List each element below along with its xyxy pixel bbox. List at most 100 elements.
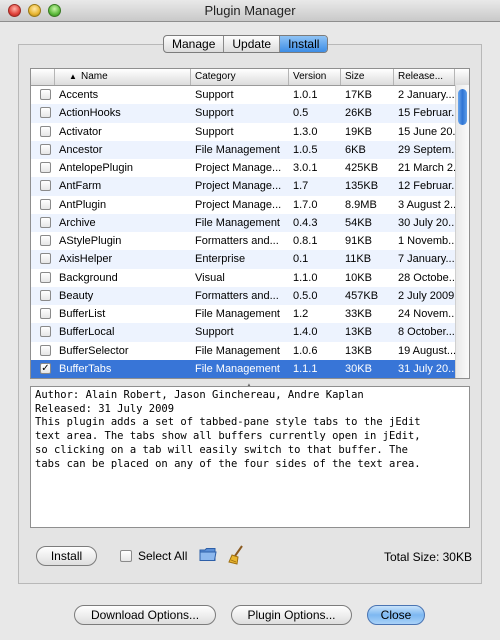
install-checkbox[interactable] bbox=[40, 308, 51, 319]
plugin-category: File Management bbox=[195, 362, 280, 375]
install-checkbox[interactable]: ✓ bbox=[40, 362, 51, 374]
install-checkbox[interactable] bbox=[40, 89, 51, 100]
install-checkbox[interactable] bbox=[40, 216, 51, 228]
table-row[interactable]: Ancestor File Management 1.0.5 6KB 29 Septem… bbox=[31, 140, 456, 159]
column-header-install[interactable] bbox=[31, 69, 55, 85]
plugin-category: Support bbox=[195, 125, 234, 138]
row-checkbox-cell bbox=[31, 104, 55, 122]
window-title: Plugin Manager bbox=[204, 3, 296, 18]
install-checkbox[interactable] bbox=[40, 198, 51, 210]
plugin-size: 30KB bbox=[345, 362, 372, 375]
plugin-name: AxisHelper bbox=[59, 253, 113, 266]
plugin-version: 0.5.0 bbox=[293, 289, 318, 302]
install-checkbox[interactable] bbox=[40, 143, 51, 155]
description-line: so clicking on a tab will easily switch … bbox=[35, 443, 408, 456]
table-row[interactable]: BufferLocal Support 1.4.0 13KB 8 October... bbox=[31, 323, 456, 342]
table-row[interactable]: Archive File Management 0.4.3 54KB 30 July 2… bbox=[31, 213, 456, 232]
plugin-size: 91KB bbox=[345, 235, 372, 247]
table-row[interactable]: Accents Support 1.0.1 17KB 2 January... bbox=[31, 86, 456, 104]
download-options-button[interactable]: Download Options... bbox=[74, 605, 216, 625]
row-checkbox-cell bbox=[31, 159, 55, 177]
plugin-release-date: 1 Novemb... bbox=[398, 235, 455, 247]
row-checkbox-cell bbox=[31, 86, 55, 104]
plugin-size: 11KB bbox=[345, 253, 372, 266]
install-checkbox[interactable] bbox=[40, 125, 51, 137]
table-row[interactable]: BzrPluginVersion Control0.238KB29 Septem… bbox=[31, 378, 456, 379]
plugin-category: Formatters and... bbox=[195, 235, 279, 247]
table-row[interactable]: BufferList File Management 1.2 33KB 24 Novem… bbox=[31, 305, 456, 323]
table-row[interactable]: Background Visual 1.1.0 10KB 28 Octobe... bbox=[31, 269, 456, 287]
row-checkbox-cell bbox=[31, 305, 55, 323]
vertical-scrollbar[interactable] bbox=[455, 85, 469, 378]
tab-manage[interactable]: Manage bbox=[164, 36, 225, 52]
tab-install[interactable]: Install bbox=[280, 36, 328, 52]
install-checkbox[interactable] bbox=[40, 271, 51, 283]
table-row[interactable]: Beauty Formatters and... 0.5.0 457KB 2 July … bbox=[31, 286, 456, 305]
table-row[interactable]: AStylePlugin Formatters and... 0.8.1 91KB 1 … bbox=[31, 232, 456, 250]
select-all-box[interactable] bbox=[120, 550, 132, 562]
table-row[interactable]: ActionHooks Support 0.5 26KB 15 Februar... bbox=[31, 104, 456, 123]
table-row[interactable]: ✓ BufferTabs File Management 1.1.1 30KB 31 Ju… bbox=[31, 359, 456, 378]
install-checkbox[interactable] bbox=[40, 235, 51, 246]
plugin-version: 1.1.1 bbox=[293, 362, 318, 375]
column-header-category[interactable]: Category bbox=[191, 69, 289, 85]
plugin-size: 6KB bbox=[345, 143, 366, 156]
scrollbar-thumb[interactable] bbox=[458, 89, 467, 125]
description-line: Author: Alain Robert, Jason Ginchereau, … bbox=[35, 389, 364, 401]
total-size: Total Size: 30KB bbox=[383, 550, 472, 564]
install-button[interactable]: Install bbox=[36, 546, 97, 566]
plugin-name: AStylePlugin bbox=[59, 235, 122, 247]
table-row[interactable]: AxisHelper Enterprise 0.1 11KB 7 January... bbox=[31, 250, 456, 269]
table-row[interactable]: AntelopePlugin Project Manage... 3.0.1 425K… bbox=[31, 159, 456, 177]
plugin-options-button[interactable]: Plugin Options... bbox=[231, 605, 352, 625]
row-checkbox-cell bbox=[31, 123, 55, 141]
broom-icon[interactable] bbox=[228, 545, 246, 565]
install-checkbox[interactable] bbox=[40, 107, 51, 119]
plugin-release-date: 21 March 2... bbox=[398, 162, 455, 174]
column-header-name[interactable]: ▲ Name bbox=[55, 69, 191, 85]
install-checkbox[interactable] bbox=[40, 326, 51, 338]
row-checkbox-cell bbox=[31, 269, 55, 287]
install-checkbox[interactable] bbox=[40, 289, 51, 301]
select-all-label: Select All bbox=[138, 549, 188, 563]
plugin-release-date: 15 Februar... bbox=[398, 107, 455, 120]
table-row[interactable]: Activator Support 1.3.0 19KB 15 June 20... bbox=[31, 123, 456, 141]
folder-icon[interactable] bbox=[199, 547, 217, 562]
plugin-category: File Management bbox=[195, 308, 280, 320]
row-checkbox-cell bbox=[31, 177, 55, 195]
install-checkbox[interactable] bbox=[40, 180, 51, 192]
plugin-size: 13KB bbox=[345, 344, 372, 357]
description-line: text area. The tabs show all buffers cur… bbox=[35, 430, 421, 443]
plugin-release-date: 29 Septem... bbox=[398, 143, 455, 156]
table-row[interactable]: AntPlugin Project Manage... 1.7.0 8.9MB 3 Au… bbox=[31, 196, 456, 214]
plugin-category: Formatters and... bbox=[195, 289, 279, 302]
plugin-name: Accents bbox=[59, 89, 99, 101]
row-checkbox-cell bbox=[31, 378, 55, 379]
plugin-category: Support bbox=[195, 326, 234, 339]
plugin-release-date: 19 August... bbox=[398, 344, 455, 357]
plugin-release-date: 7 January... bbox=[398, 253, 455, 266]
select-all-checkbox[interactable]: Select All bbox=[120, 549, 187, 563]
row-checkbox-cell bbox=[31, 214, 55, 232]
plugin-version: 3.0.1 bbox=[293, 162, 318, 174]
tab-update[interactable]: Update bbox=[224, 36, 281, 52]
plugin-version: 1.7 bbox=[293, 180, 309, 193]
install-checkbox[interactable] bbox=[40, 162, 51, 173]
plugin-version: 1.3.0 bbox=[293, 125, 318, 138]
column-header-size[interactable]: Size bbox=[341, 69, 394, 85]
table-row[interactable]: BufferSelector File Management 1.0.6 13KB 19… bbox=[31, 342, 456, 360]
column-header-release[interactable]: Release... bbox=[394, 69, 455, 85]
plugin-release-date: 31 July 20... bbox=[398, 362, 455, 375]
close-button[interactable]: Close bbox=[367, 605, 425, 625]
plugin-size: 457KB bbox=[345, 289, 379, 302]
plugin-version: 1.0.1 bbox=[293, 89, 318, 101]
table-header: ▲ Name Category Version Size Release... bbox=[31, 69, 469, 86]
install-checkbox[interactable] bbox=[40, 344, 51, 356]
plugin-name: BufferSelector bbox=[59, 344, 129, 357]
description-line: tabs can be placed on any of the four si… bbox=[35, 457, 421, 470]
plugin-description: Author: Alain Robert, Jason Ginchereau, … bbox=[30, 386, 470, 528]
install-checkbox[interactable] bbox=[40, 253, 51, 265]
column-header-version[interactable]: Version bbox=[289, 69, 341, 85]
sort-ascending-icon: ▲ bbox=[69, 72, 77, 81]
table-row[interactable]: AntFarm Project Manage... 1.7 135KB 12 Febru… bbox=[31, 177, 456, 196]
